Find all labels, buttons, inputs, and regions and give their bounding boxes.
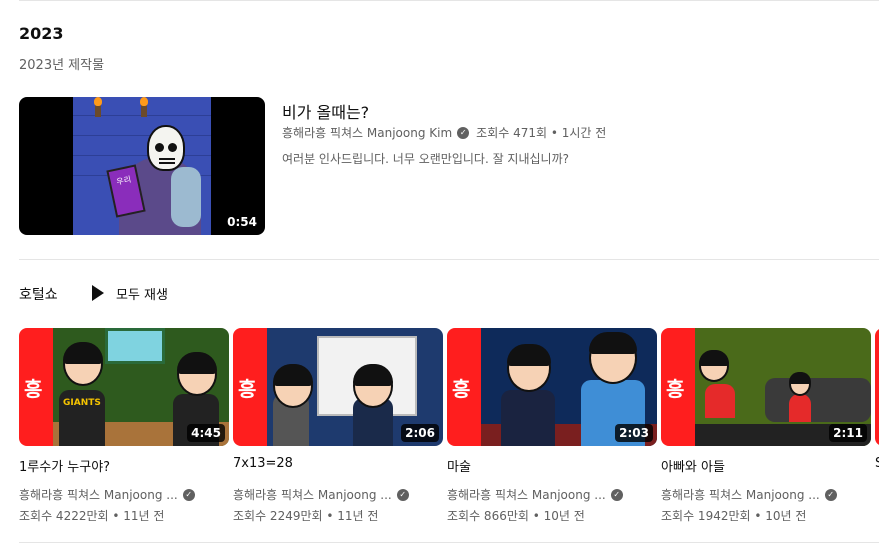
shirt-text: GIANTS xyxy=(63,398,101,408)
video-stats: 조회수 1942만회 • 10년 전 xyxy=(661,509,807,523)
channel-name[interactable]: 흥해라흥 픽쳐스 Manjoong Kim xyxy=(282,124,452,141)
channel-brand-strip: 흥 xyxy=(447,328,481,446)
video-channel-row: 흥해라흥 픽쳐스 Manjoong ... ✓ xyxy=(661,486,871,503)
video-card[interactable]: 흥 2:03 마술 흥해라흥 픽쳐스 Manjoong ... ✓ 조회수 86… xyxy=(447,328,657,524)
video-thumbnail-partial[interactable] xyxy=(875,328,879,446)
view-stats: 조회수 471회 • 1시간 전 xyxy=(476,126,607,140)
duration-badge: 2:03 xyxy=(615,424,653,442)
featured-video-title[interactable]: 비가 올때는? xyxy=(282,99,369,123)
video-thumbnail[interactable]: 흥 GIANTS 4:45 xyxy=(19,328,229,446)
video-title[interactable]: 마술 xyxy=(447,456,657,474)
featured-video-description: 여러분 인사드립니다. 너무 오랜만입니다. 잘 지내십니까? xyxy=(282,152,569,166)
video-stats: 조회수 2249만회 • 11년 전 xyxy=(233,509,379,523)
play-all-button[interactable]: 모두 재생 xyxy=(86,280,168,306)
checkmark-verified-icon: ✓ xyxy=(182,488,195,501)
duration-badge: 2:06 xyxy=(401,424,439,442)
skull-character xyxy=(147,125,185,171)
video-thumbnail[interactable]: 흥 2:03 xyxy=(447,328,657,446)
video-thumbnail[interactable]: 흥 2:11 xyxy=(661,328,871,446)
video-channel-row: 흥해라흥 픽쳐스 Manjoong ... ✓ xyxy=(19,486,229,503)
checkmark-verified-icon: ✓ xyxy=(824,488,837,501)
video-title[interactable]: 1루수가 누구야? xyxy=(19,456,229,474)
play-icon xyxy=(92,285,104,301)
checkmark-verified-icon: ✓ xyxy=(396,488,409,501)
video-channel-row: 흥해라흥 픽쳐스 Manjoong ... ✓ xyxy=(233,486,443,503)
video-stats: 조회수 866만회 • 10년 전 xyxy=(447,509,585,523)
brand-logo-icon: 흥 xyxy=(24,377,43,401)
video-thumbnail[interactable]: 흥 2:06 xyxy=(233,328,443,446)
play-all-label: 모두 재생 xyxy=(116,287,168,303)
channel-name[interactable]: 흥해라흥 픽쳐스 Manjoong ... xyxy=(661,486,820,503)
bottom-divider xyxy=(19,542,879,543)
section-subtitle: 2023년 제작물 xyxy=(19,58,105,73)
brand-logo-icon: 흥 xyxy=(452,377,471,401)
channel-name[interactable]: 흥해라흥 픽쳐스 Manjoong ... xyxy=(447,486,606,503)
duration-badge: 2:11 xyxy=(829,424,867,442)
video-stats: 조회수 4222만회 • 11년 전 xyxy=(19,509,165,523)
featured-thumbnail-art: 우리 xyxy=(73,97,211,235)
video-channel-row: 흥해라흥 픽쳐스 Manjoong ... ✓ xyxy=(447,486,657,503)
brand-logo-icon: 흥 xyxy=(238,377,257,401)
duration-badge: 0:54 xyxy=(223,213,261,231)
brand-logo-icon: 흥 xyxy=(666,377,685,401)
checkmark-verified-icon: ✓ xyxy=(610,488,623,501)
featured-thumbnail[interactable]: 우리 0:54 xyxy=(19,97,265,235)
channel-brand-strip: 흥 xyxy=(19,328,53,446)
video-card[interactable]: 흥 GIANTS 4:45 1루수가 누구야? 흥해라흥 픽쳐스 Manjoon… xyxy=(19,328,229,524)
video-card[interactable]: 흥 2:11 아빠와 아들 흥해라흥 픽쳐스 Manjoong ... ✓ 조회… xyxy=(661,328,871,524)
section-title: 2023 xyxy=(19,24,64,43)
duration-badge: 4:45 xyxy=(187,424,225,442)
top-divider xyxy=(19,0,879,1)
channel-brand-strip: 흥 xyxy=(661,328,695,446)
video-title[interactable]: 아빠와 아들 xyxy=(661,456,871,474)
featured-video-meta: 흥해라흥 픽쳐스 Manjoong Kim ✓ 조회수 471회 • 1시간 전 xyxy=(282,124,606,141)
video-card[interactable]: 흥 2:06 7x13=28 흥해라흥 픽쳐스 Manjoong ... ✓ 조… xyxy=(233,328,443,524)
shelf-title[interactable]: 호털쇼 xyxy=(19,284,58,304)
checkmark-verified-icon: ✓ xyxy=(457,126,470,139)
section-divider xyxy=(19,259,879,260)
video-title-partial[interactable]: S xyxy=(875,456,879,471)
video-title[interactable]: 7x13=28 xyxy=(233,456,443,474)
channel-name[interactable]: 흥해라흥 픽쳐스 Manjoong ... xyxy=(233,486,392,503)
channel-name[interactable]: 흥해라흥 픽쳐스 Manjoong ... xyxy=(19,486,178,503)
channel-brand-strip: 흥 xyxy=(233,328,267,446)
